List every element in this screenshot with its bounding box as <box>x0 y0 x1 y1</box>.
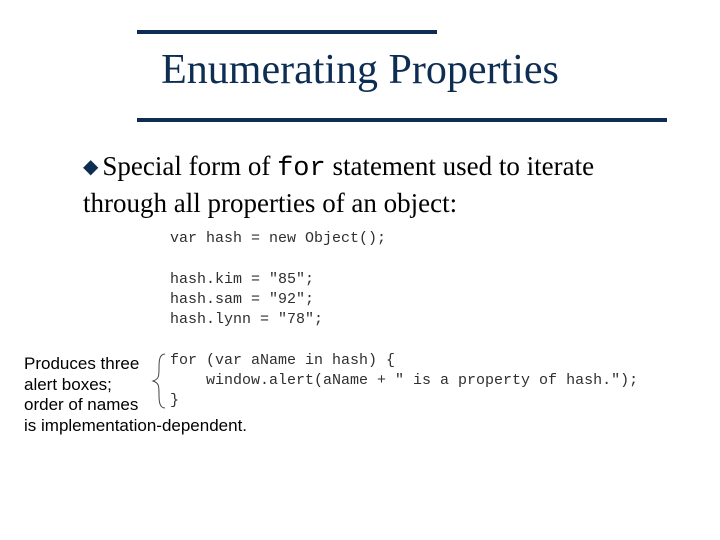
annotation-line-1: Produces three <box>24 354 284 375</box>
bullet-text-pre: Special form of <box>102 151 277 181</box>
slide-title: Enumerating Properties <box>0 46 720 94</box>
annotation-line-3: order of names <box>24 395 284 416</box>
annotation-text: Produces three alert boxes; order of nam… <box>24 354 284 437</box>
bullet-text-code: for <box>277 154 326 184</box>
slide: Enumerating Properties ◆Special form of … <box>0 0 720 540</box>
bullet-text: ◆Special form of for statement used to i… <box>83 150 673 221</box>
code-line-4: hash.sam = "92"; <box>170 291 314 308</box>
code-line-5: hash.lynn = "78"; <box>170 311 323 328</box>
code-line-1: var hash = new Object(); <box>170 230 386 247</box>
annotation-line-4: is implementation-dependent. <box>24 416 284 437</box>
title-rule-top <box>137 30 437 34</box>
annotation-line-2: alert boxes; <box>24 375 284 396</box>
code-line-3: hash.kim = "85"; <box>170 271 314 288</box>
title-rule-bottom <box>137 118 667 122</box>
bullet-diamond-icon: ◆ <box>83 155 98 180</box>
